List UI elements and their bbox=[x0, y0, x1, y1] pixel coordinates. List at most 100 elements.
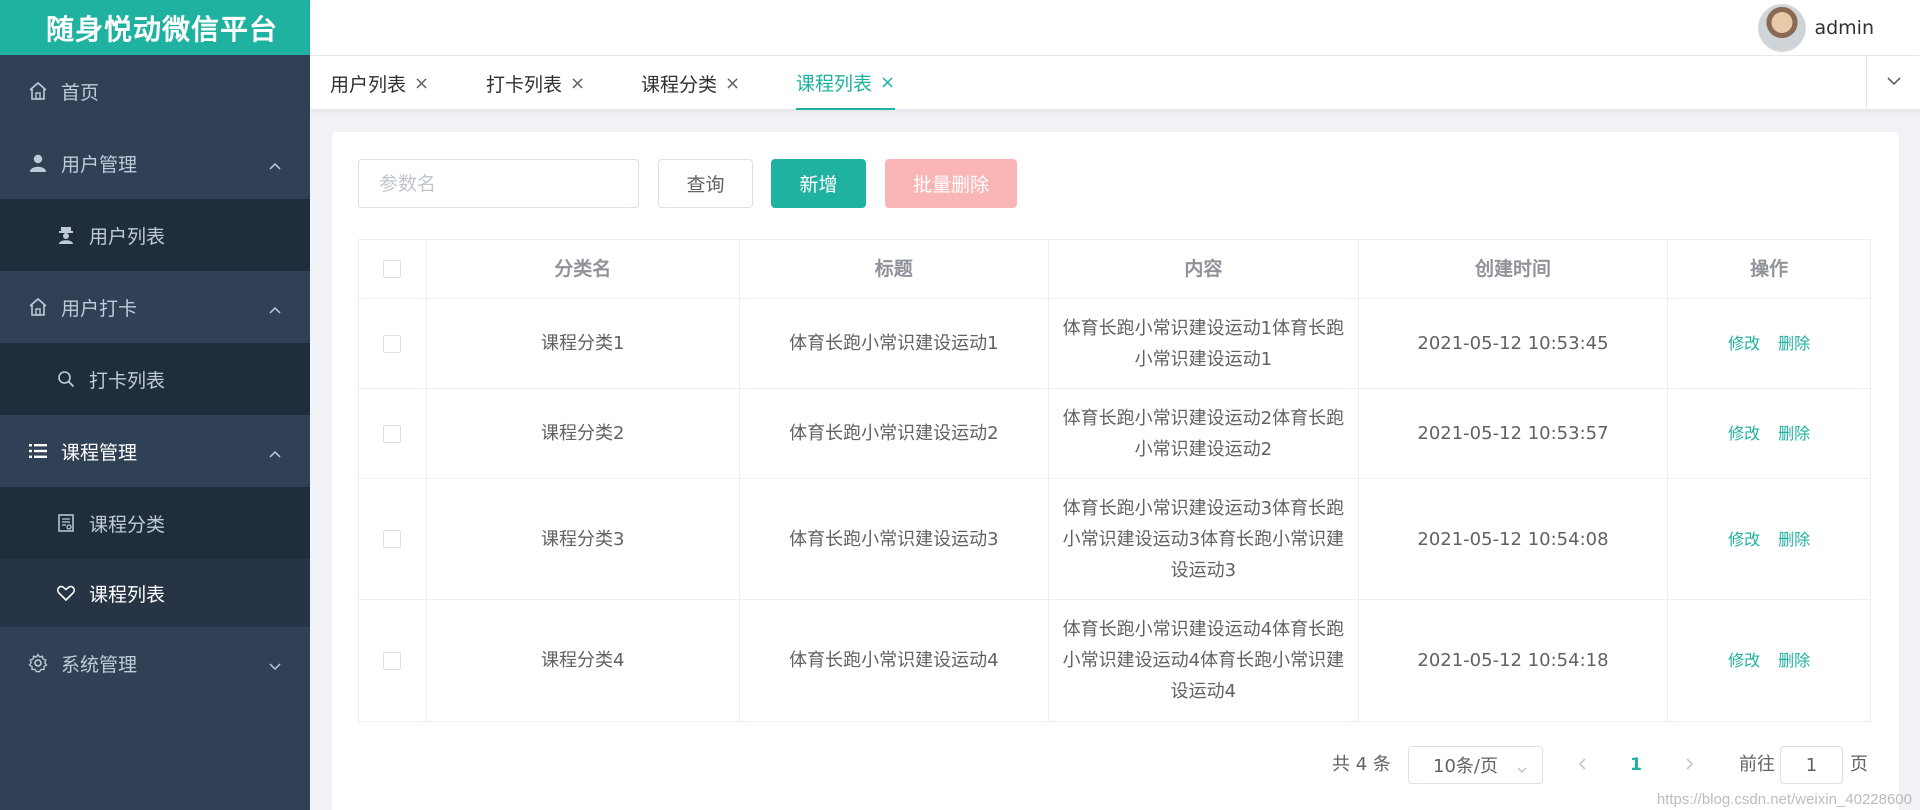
sidebar-item-user-checkin[interactable]: 用户打卡 bbox=[0, 271, 310, 343]
sidebar-item-user-management[interactable]: 用户管理 bbox=[0, 127, 310, 199]
close-icon[interactable]: × bbox=[570, 73, 585, 94]
query-button[interactable]: 查询 bbox=[658, 159, 753, 208]
tags-bar: 用户列表 × 打卡列表 × 课程分类 × 课程列表 × bbox=[310, 56, 1920, 110]
sidebar-item-label: 用户列表 bbox=[89, 225, 166, 248]
add-button[interactable]: 新增 bbox=[771, 159, 866, 208]
user-icon bbox=[27, 152, 49, 174]
sidebar-item-label: 首页 bbox=[61, 81, 100, 104]
created-cell: 2021-05-12 10:54:08 bbox=[1359, 479, 1669, 599]
sidebar-item-label: 打卡列表 bbox=[89, 369, 166, 392]
heart-icon bbox=[55, 582, 77, 604]
sidebar-item-course-category[interactable]: 课程分类 bbox=[0, 487, 310, 559]
page-number-current[interactable]: 1 bbox=[1621, 746, 1651, 784]
title-cell: 体育长跑小常识建设运动2 bbox=[740, 389, 1050, 478]
main-card: 查询 新增 批量删除 分类名 标题 内容 创建时间 操作 课程分类1 体育长跑小… bbox=[332, 132, 1899, 810]
sidebar-item-label: 课程列表 bbox=[89, 583, 166, 606]
delete-link[interactable]: 删除 bbox=[1778, 418, 1810, 449]
page-size-value: 10条/页 bbox=[1433, 756, 1498, 777]
page-size-select[interactable]: 10条/页 bbox=[1408, 746, 1543, 784]
chevron-right-icon bbox=[1682, 755, 1696, 776]
edit-link[interactable]: 修改 bbox=[1728, 524, 1760, 555]
sidebar-item-course-list[interactable]: 课程列表 bbox=[0, 559, 310, 627]
tabs-dropdown-button[interactable] bbox=[1866, 56, 1920, 110]
home-icon bbox=[27, 80, 49, 102]
edit-link[interactable]: 修改 bbox=[1728, 645, 1760, 676]
sidebar-item-user-list[interactable]: 用户列表 bbox=[0, 199, 310, 271]
category-cell: 课程分类1 bbox=[427, 299, 740, 388]
title-cell: 体育长跑小常识建设运动4 bbox=[740, 600, 1050, 721]
header-select-cell bbox=[359, 240, 427, 298]
sidebar-item-label: 课程管理 bbox=[61, 441, 138, 464]
search-icon bbox=[55, 368, 77, 390]
pagination: 共 4 条 10条/页 1 前往 页 bbox=[332, 746, 1899, 784]
batch-delete-button[interactable]: 批量删除 bbox=[885, 159, 1017, 208]
select-all-checkbox[interactable] bbox=[383, 260, 402, 278]
category-cell: 课程分类3 bbox=[427, 479, 740, 599]
top-header: admin bbox=[310, 0, 1920, 55]
close-icon[interactable]: × bbox=[725, 73, 740, 94]
tab-course-category[interactable]: 课程分类 × bbox=[641, 56, 740, 110]
row-checkbox[interactable] bbox=[383, 334, 402, 353]
content-cell: 体育长跑小常识建设运动4体育长跑小常识建设运动4体育长跑小常识建设运动4 bbox=[1049, 600, 1359, 721]
goto-page-input[interactable] bbox=[1780, 746, 1843, 784]
user-menu[interactable]: admin bbox=[1758, 0, 1874, 55]
actions-cell: 修改 删除 bbox=[1668, 299, 1870, 388]
header-actions: 操作 bbox=[1750, 257, 1789, 280]
delete-link[interactable]: 删除 bbox=[1778, 645, 1810, 676]
prev-page-button[interactable] bbox=[1568, 746, 1598, 784]
param-name-input[interactable] bbox=[358, 159, 639, 208]
app-logo-title: 随身悦动微信平台 bbox=[0, 0, 310, 55]
sidebar-item-checkin-list[interactable]: 打卡列表 bbox=[0, 343, 310, 415]
sidebar-item-label: 用户打卡 bbox=[61, 297, 138, 320]
gear-icon bbox=[27, 652, 49, 674]
row-select-cell bbox=[359, 389, 427, 478]
chevron-up-icon bbox=[268, 300, 282, 314]
tab-label: 用户列表 bbox=[330, 73, 407, 96]
delete-link[interactable]: 删除 bbox=[1778, 524, 1810, 555]
edit-link[interactable]: 修改 bbox=[1728, 328, 1760, 359]
chevron-down-icon bbox=[1516, 760, 1528, 781]
avatar[interactable] bbox=[1758, 3, 1807, 52]
tab-checkin-list[interactable]: 打卡列表 × bbox=[486, 56, 585, 110]
table-row: 课程分类1 体育长跑小常识建设运动1 体育长跑小常识建设运动1体育长跑小常识建设… bbox=[359, 299, 1870, 389]
title-cell: 体育长跑小常识建设运动3 bbox=[740, 479, 1050, 599]
title-cell: 体育长跑小常识建设运动1 bbox=[740, 299, 1050, 388]
course-table: 分类名 标题 内容 创建时间 操作 课程分类1 体育长跑小常识建设运动1 体育长… bbox=[358, 239, 1871, 722]
created-cell: 2021-05-12 10:53:57 bbox=[1359, 389, 1669, 478]
sidebar-item-label: 课程分类 bbox=[89, 513, 166, 536]
goto-suffix: 页 bbox=[1850, 754, 1868, 775]
row-checkbox[interactable] bbox=[383, 651, 402, 670]
table-row: 课程分类4 体育长跑小常识建设运动4 体育长跑小常识建设运动4体育长跑小常识建设… bbox=[359, 600, 1870, 721]
edit-link[interactable]: 修改 bbox=[1728, 418, 1760, 449]
content-cell: 体育长跑小常识建设运动1体育长跑小常识建设运动1 bbox=[1049, 299, 1359, 388]
watermark: https://blog.csdn.net/weixin_40228600 bbox=[1656, 791, 1912, 808]
document-icon bbox=[55, 512, 77, 534]
goto-label: 前往 bbox=[1739, 754, 1775, 775]
chevron-up-icon bbox=[268, 444, 282, 458]
created-cell: 2021-05-12 10:54:18 bbox=[1359, 600, 1669, 721]
chevron-up-icon bbox=[268, 156, 282, 170]
sidebar-item-label: 系统管理 bbox=[61, 653, 138, 676]
chevron-left-icon bbox=[1576, 755, 1590, 776]
delete-link[interactable]: 删除 bbox=[1778, 328, 1810, 359]
table-row: 课程分类3 体育长跑小常识建设运动3 体育长跑小常识建设运动3体育长跑小常识建设… bbox=[359, 479, 1870, 600]
user-name[interactable]: admin bbox=[1814, 17, 1874, 39]
header-created: 创建时间 bbox=[1359, 240, 1669, 298]
sidebar-item-course-management[interactable]: 课程管理 bbox=[0, 415, 310, 487]
list-icon bbox=[27, 440, 49, 462]
header-content: 内容 bbox=[1049, 240, 1359, 298]
sidebar-item-system-management[interactable]: 系统管理 bbox=[0, 627, 310, 699]
close-icon[interactable]: × bbox=[414, 73, 429, 94]
next-page-button[interactable] bbox=[1674, 746, 1704, 784]
header-title: 标题 bbox=[740, 240, 1050, 298]
tab-label: 课程列表 bbox=[796, 72, 873, 95]
row-checkbox[interactable] bbox=[383, 530, 402, 548]
header-category: 分类名 bbox=[427, 240, 740, 298]
close-icon[interactable]: × bbox=[880, 72, 895, 93]
sidebar: 随身悦动微信平台 首页 用户管理 用户列表 用户打卡 打卡列表 课程管理 课程分… bbox=[0, 0, 310, 810]
tab-course-list[interactable]: 课程列表 × bbox=[796, 56, 896, 110]
created-cell: 2021-05-12 10:53:45 bbox=[1359, 299, 1669, 388]
row-checkbox[interactable] bbox=[383, 424, 402, 443]
tab-user-list[interactable]: 用户列表 × bbox=[330, 56, 429, 110]
sidebar-item-home[interactable]: 首页 bbox=[0, 55, 310, 127]
